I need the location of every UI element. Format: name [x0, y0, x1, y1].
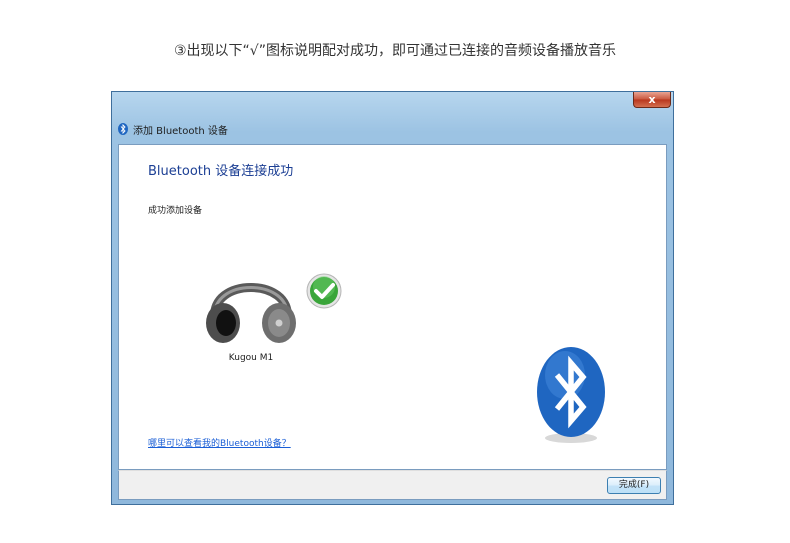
- title-bar: 添加 Bluetooth 设备: [118, 121, 228, 137]
- add-bluetooth-device-dialog: x 添加 Bluetooth 设备 Bluetooth 设备连接成功 成功添加设…: [111, 91, 674, 505]
- bluetooth-logo-icon: [537, 347, 605, 443]
- close-button[interactable]: x: [633, 92, 671, 108]
- finish-button[interactable]: 完成(F): [607, 477, 661, 494]
- window-title: 添加 Bluetooth 设备: [133, 125, 228, 137]
- checkmark-icon: [306, 273, 342, 309]
- bluetooth-icon: [118, 123, 128, 135]
- dialog-heading: Bluetooth 设备连接成功: [148, 164, 294, 179]
- help-link[interactable]: 哪里可以查看我的Bluetooth设备？: [148, 436, 291, 449]
- headphones-icon: [206, 283, 296, 343]
- dialog-content: Bluetooth 设备连接成功 成功添加设备 Kugou M1 哪里可以查看我…: [118, 144, 667, 470]
- instruction-caption: ③出现以下“√”图标说明配对成功，即可通过已连接的音频设备播放音乐: [174, 43, 616, 59]
- dialog-footer: 完成(F): [118, 470, 667, 500]
- success-message: 成功添加设备: [148, 206, 203, 216]
- device-name-label: Kugou M1: [228, 353, 274, 363]
